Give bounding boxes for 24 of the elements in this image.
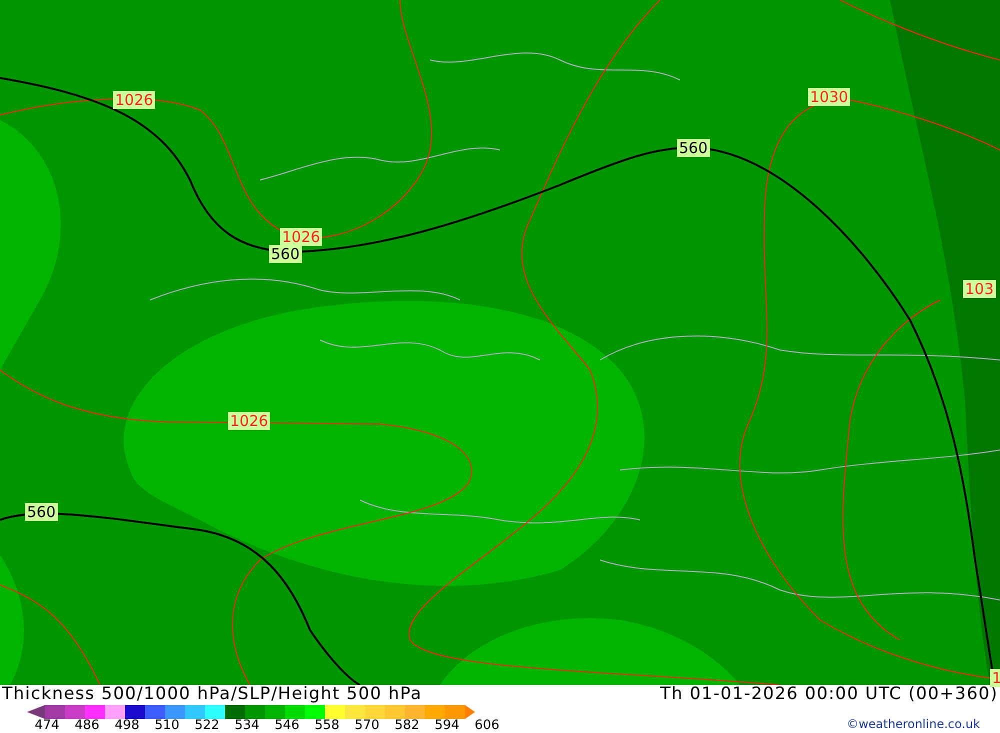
contour-label: 1030 [808, 88, 850, 106]
legend-tick-label: 522 [194, 719, 220, 733]
contour-label: 1026 [113, 91, 156, 109]
legend-tick-label: 486 [74, 719, 100, 733]
copyright-link[interactable]: ©weatheronline.co.uk [846, 715, 980, 733]
contour-label: 1026 [228, 412, 270, 430]
map-title: Thickness 500/1000 hPa/SLP/Height 500 hPa [2, 684, 422, 704]
legend-tick-label: 510 [154, 719, 180, 733]
contour-label: 560 [269, 245, 302, 263]
contour-label: 560 [25, 503, 58, 521]
legend-tick-label: 594 [434, 719, 460, 733]
legend-tick-label: 570 [354, 719, 380, 733]
contour-label: 1026 [280, 228, 322, 246]
legend-tick-label: 582 [394, 719, 420, 733]
legend-tick-label: 546 [274, 719, 300, 733]
contour-label: 103 [963, 280, 996, 298]
legend-tick-label: 606 [474, 719, 500, 733]
legend-tick-label: 558 [314, 719, 340, 733]
legend-tick-label: 534 [234, 719, 260, 733]
legend-tick-label: 474 [34, 719, 60, 733]
valid-time: Th 01-01-2026 00:00 UTC (00+360) [660, 684, 998, 704]
contour-label: 560 [677, 139, 710, 157]
legend-tick-label: 498 [114, 719, 140, 733]
contour-label: 1 [990, 669, 1000, 687]
